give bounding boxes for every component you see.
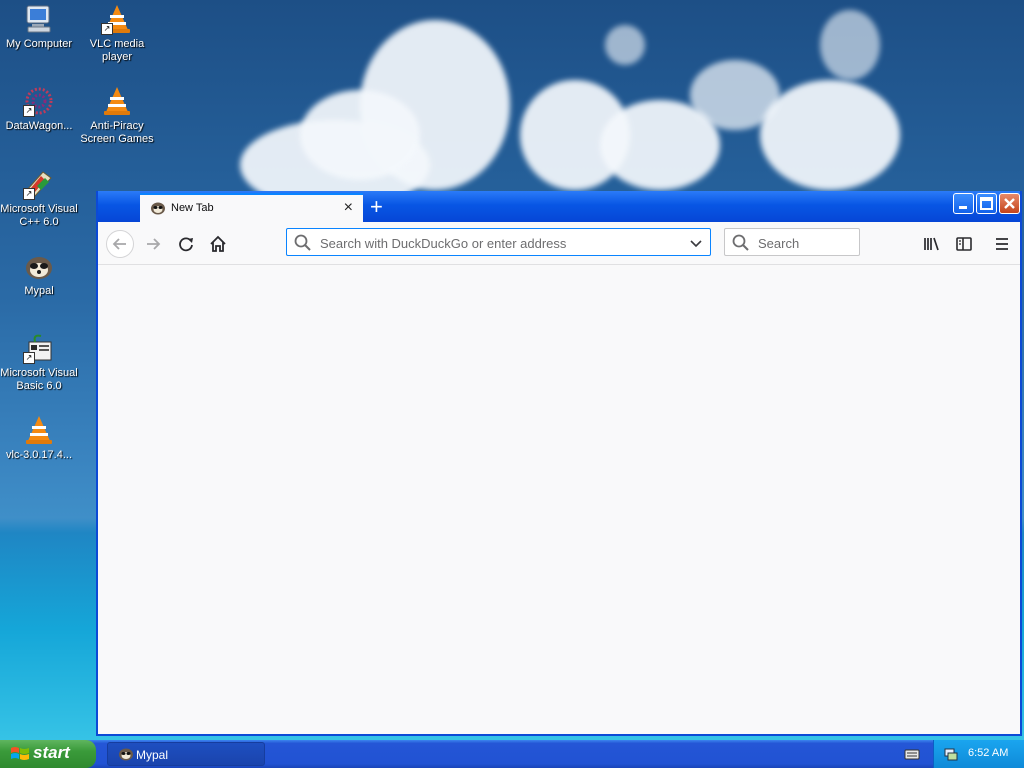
close-button[interactable] bbox=[999, 193, 1020, 214]
clock[interactable]: 6:52 AM bbox=[968, 747, 1008, 759]
mypal-icon bbox=[119, 748, 133, 761]
desktop-icon-anti-piracy-screen-games[interactable]: Anti-Piracy Screen Games bbox=[78, 85, 156, 146]
desktop-icon-vlc-media-player[interactable]: ↗ VLC media player bbox=[78, 3, 156, 64]
search-icon bbox=[732, 234, 749, 251]
maximize-icon bbox=[980, 197, 993, 210]
minimize-icon bbox=[959, 206, 967, 209]
search-bar[interactable] bbox=[724, 228, 860, 256]
desktop-icon-label: Mypal bbox=[24, 285, 54, 297]
page-content[interactable] bbox=[98, 265, 1020, 734]
navigation-toolbar bbox=[98, 222, 1020, 265]
desktop-icon-visual-basic[interactable]: ↗ Microsoft Visual Basic 6.0 bbox=[0, 332, 78, 393]
sidebar-button[interactable] bbox=[950, 230, 978, 258]
start-label: start bbox=[33, 743, 70, 762]
search-input[interactable] bbox=[756, 234, 856, 252]
sidebar-icon bbox=[956, 237, 972, 251]
desktop-icon-label: vlc-3.0.17.4... bbox=[5, 449, 73, 461]
desktop-icon-mypal[interactable]: Mypal bbox=[0, 250, 78, 298]
address-bar[interactable] bbox=[286, 228, 711, 256]
keyboard-icon[interactable] bbox=[904, 747, 920, 761]
system-tray: 6:52 AM bbox=[933, 740, 1024, 768]
desktop-icon-visual-cpp[interactable]: ↗ Microsoft Visual C++ 6.0 bbox=[0, 168, 78, 229]
desktop-icon-label: Anti-Piracy Screen Games bbox=[80, 120, 154, 145]
visual-basic-icon: ↗ bbox=[23, 332, 55, 364]
address-input[interactable] bbox=[318, 234, 682, 252]
vlc-icon bbox=[101, 85, 133, 117]
reload-icon bbox=[179, 237, 193, 252]
shortcut-arrow-icon: ↗ bbox=[23, 188, 35, 200]
library-icon bbox=[924, 237, 939, 251]
menu-button[interactable] bbox=[988, 230, 1016, 258]
desktop-icon-label: Microsoft Visual Basic 6.0 bbox=[0, 367, 78, 392]
visual-cpp-icon: ↗ bbox=[23, 168, 55, 200]
back-arrow-icon bbox=[112, 238, 126, 250]
desktop-icon-my-computer[interactable]: My Computer bbox=[0, 3, 78, 51]
taskbar-item-mypal[interactable]: Mypal bbox=[107, 742, 265, 766]
mypal-icon bbox=[23, 250, 55, 282]
tab-title: New Tab bbox=[171, 202, 214, 214]
vlc-icon bbox=[23, 414, 55, 446]
start-button[interactable]: start bbox=[0, 740, 96, 768]
title-bar[interactable]: New Tab × + bbox=[98, 191, 1020, 222]
mypal-icon bbox=[150, 201, 166, 215]
vlc-icon: ↗ bbox=[101, 3, 133, 35]
taskbar: start Mypal 6:52 AM bbox=[0, 740, 1024, 768]
maximize-button[interactable] bbox=[976, 193, 997, 214]
shortcut-arrow-icon: ↗ bbox=[101, 23, 113, 35]
new-tab-button[interactable]: + bbox=[370, 194, 383, 220]
minimize-button[interactable] bbox=[953, 193, 974, 214]
desktop-icon-label: VLC media player bbox=[89, 38, 145, 63]
desktop-icon-datawagon[interactable]: ↗ DataWagon... bbox=[0, 85, 78, 133]
home-icon bbox=[210, 235, 226, 252]
network-icon[interactable] bbox=[943, 746, 959, 762]
reload-button[interactable] bbox=[172, 230, 200, 258]
hamburger-menu-icon bbox=[996, 238, 1008, 250]
tab-close-icon[interactable]: × bbox=[344, 199, 353, 217]
close-icon bbox=[1004, 198, 1015, 209]
tab-new-tab[interactable]: New Tab × bbox=[140, 193, 363, 222]
desktop-icon-vlc-installer[interactable]: vlc-3.0.17.4... bbox=[0, 414, 78, 462]
chevron-down-icon[interactable] bbox=[688, 235, 704, 251]
forward-button[interactable] bbox=[139, 230, 167, 258]
forward-arrow-icon bbox=[147, 238, 161, 250]
desktop-icon-label: Microsoft Visual C++ 6.0 bbox=[0, 203, 78, 228]
desktop-icon-label: My Computer bbox=[5, 38, 73, 50]
browser-window: New Tab × + bbox=[96, 191, 1022, 736]
my-computer-icon bbox=[23, 3, 55, 35]
library-button[interactable] bbox=[918, 230, 946, 258]
taskbar-item-label: Mypal bbox=[136, 748, 169, 762]
back-button[interactable] bbox=[106, 230, 134, 258]
desktop-icon-label: DataWagon... bbox=[5, 120, 73, 132]
search-icon bbox=[294, 234, 311, 251]
shortcut-arrow-icon: ↗ bbox=[23, 352, 35, 364]
shortcut-arrow-icon: ↗ bbox=[23, 105, 35, 117]
home-button[interactable] bbox=[204, 230, 232, 258]
datawagon-icon: ↗ bbox=[23, 85, 55, 117]
windows-logo-icon bbox=[11, 747, 29, 760]
